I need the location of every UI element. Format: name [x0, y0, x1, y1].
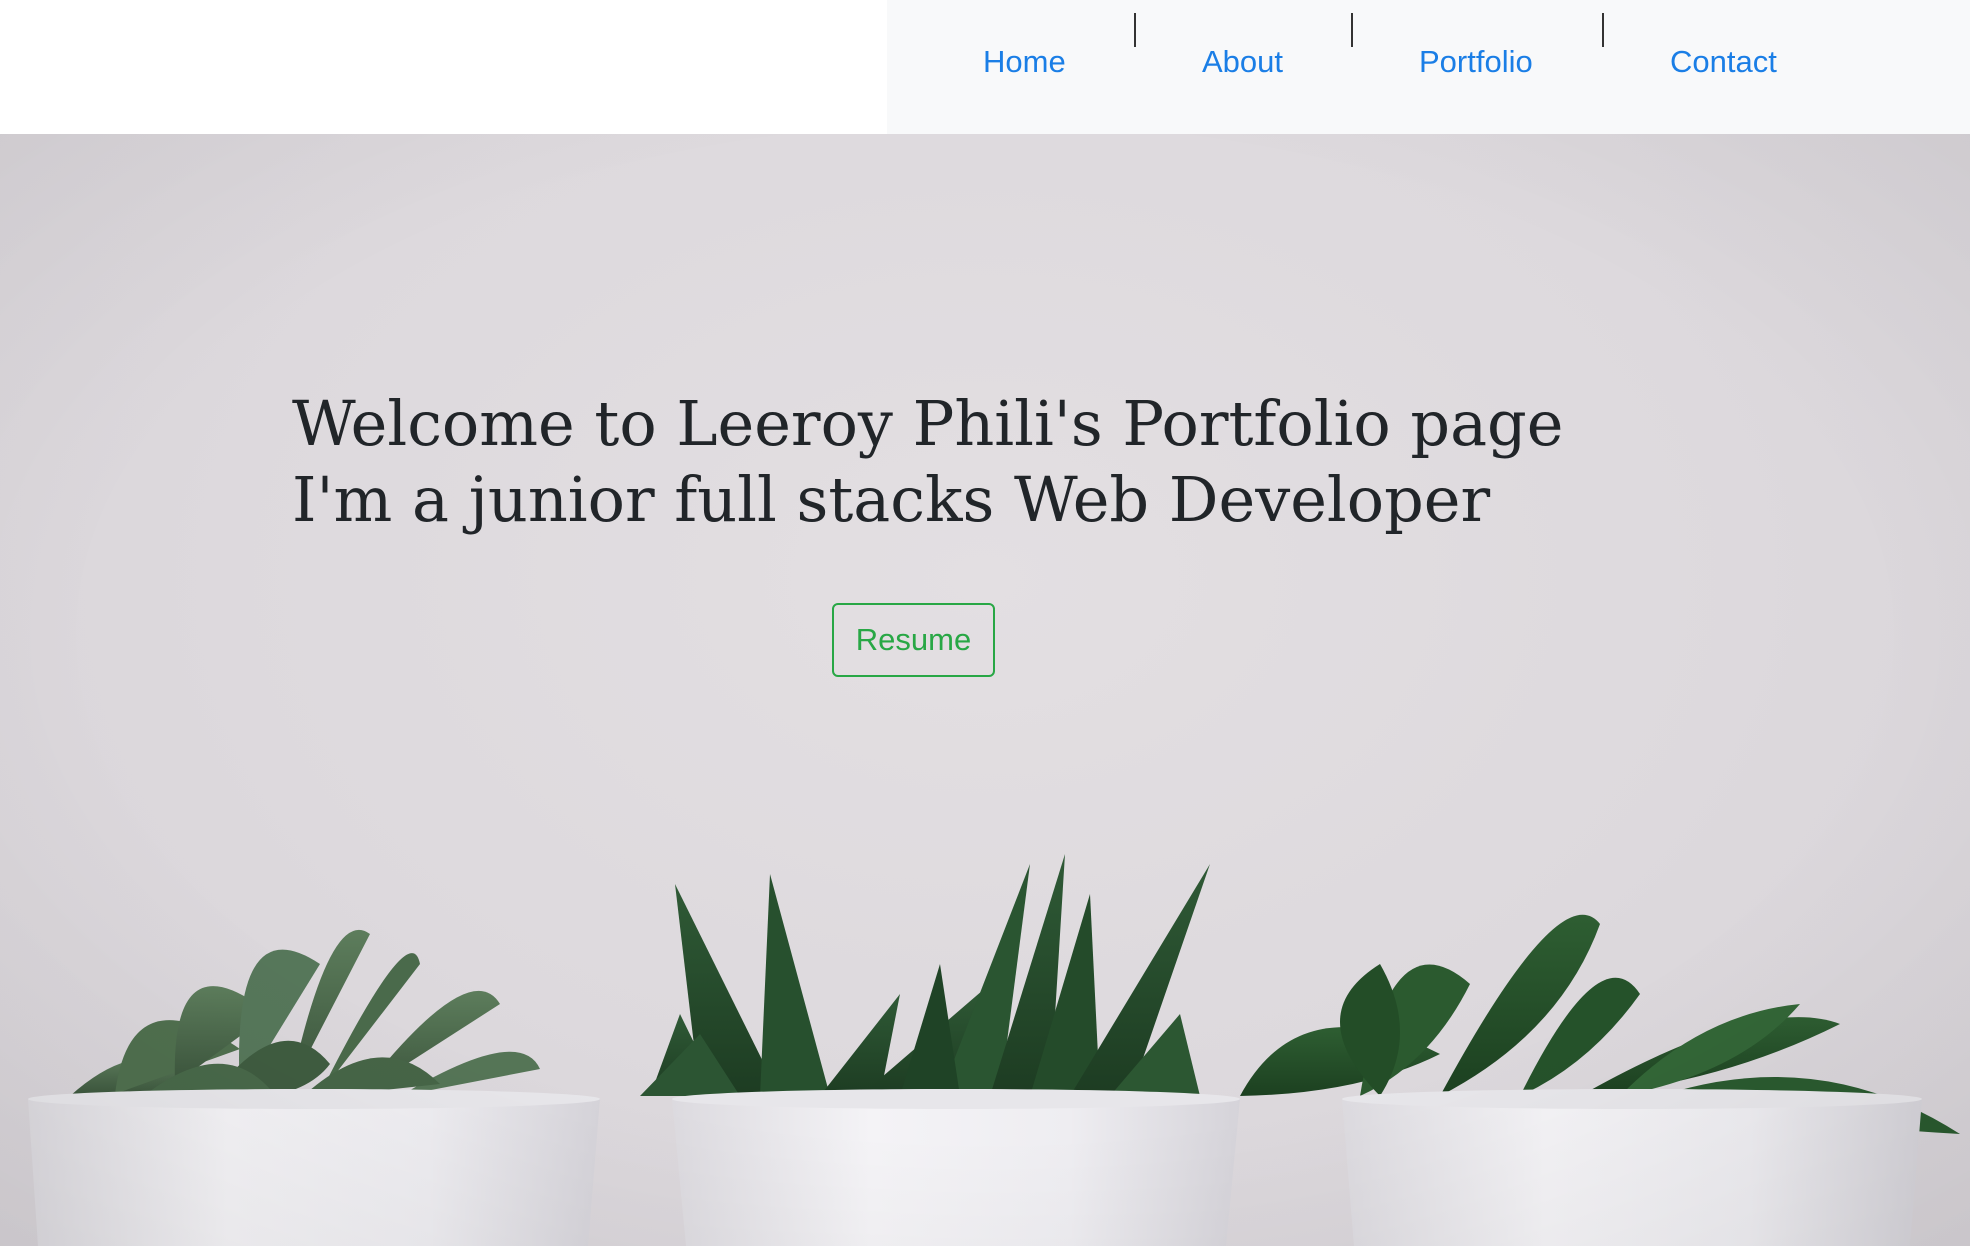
hero-section: Welcome to Leeroy Phili's Portfolio page…: [0, 134, 1970, 1246]
succulent-plants-image: [0, 134, 1970, 1246]
hero-headline-line-2: I'm a junior full stacks Web Developer: [292, 463, 1491, 536]
nav-separator: [1602, 13, 1604, 47]
nav-link-home[interactable]: Home: [983, 40, 1066, 84]
nav-link-about[interactable]: About: [1202, 40, 1283, 84]
nav-link-contact[interactable]: Contact: [1670, 40, 1777, 84]
nav-link-portfolio[interactable]: Portfolio: [1419, 40, 1533, 84]
nav-separator: [1134, 13, 1136, 47]
main-nav: Home About Portfolio Contact: [887, 0, 1970, 134]
resume-button[interactable]: Resume: [832, 603, 995, 677]
top-bar: Home About Portfolio Contact: [0, 0, 1970, 134]
portfolio-page: Home About Portfolio Contact Welcome to …: [0, 0, 1970, 1246]
hero-headline: Welcome to Leeroy Phili's Portfolio page…: [292, 386, 1563, 538]
hero-headline-line-1: Welcome to Leeroy Phili's Portfolio page: [292, 387, 1564, 460]
nav-separator: [1351, 13, 1353, 47]
